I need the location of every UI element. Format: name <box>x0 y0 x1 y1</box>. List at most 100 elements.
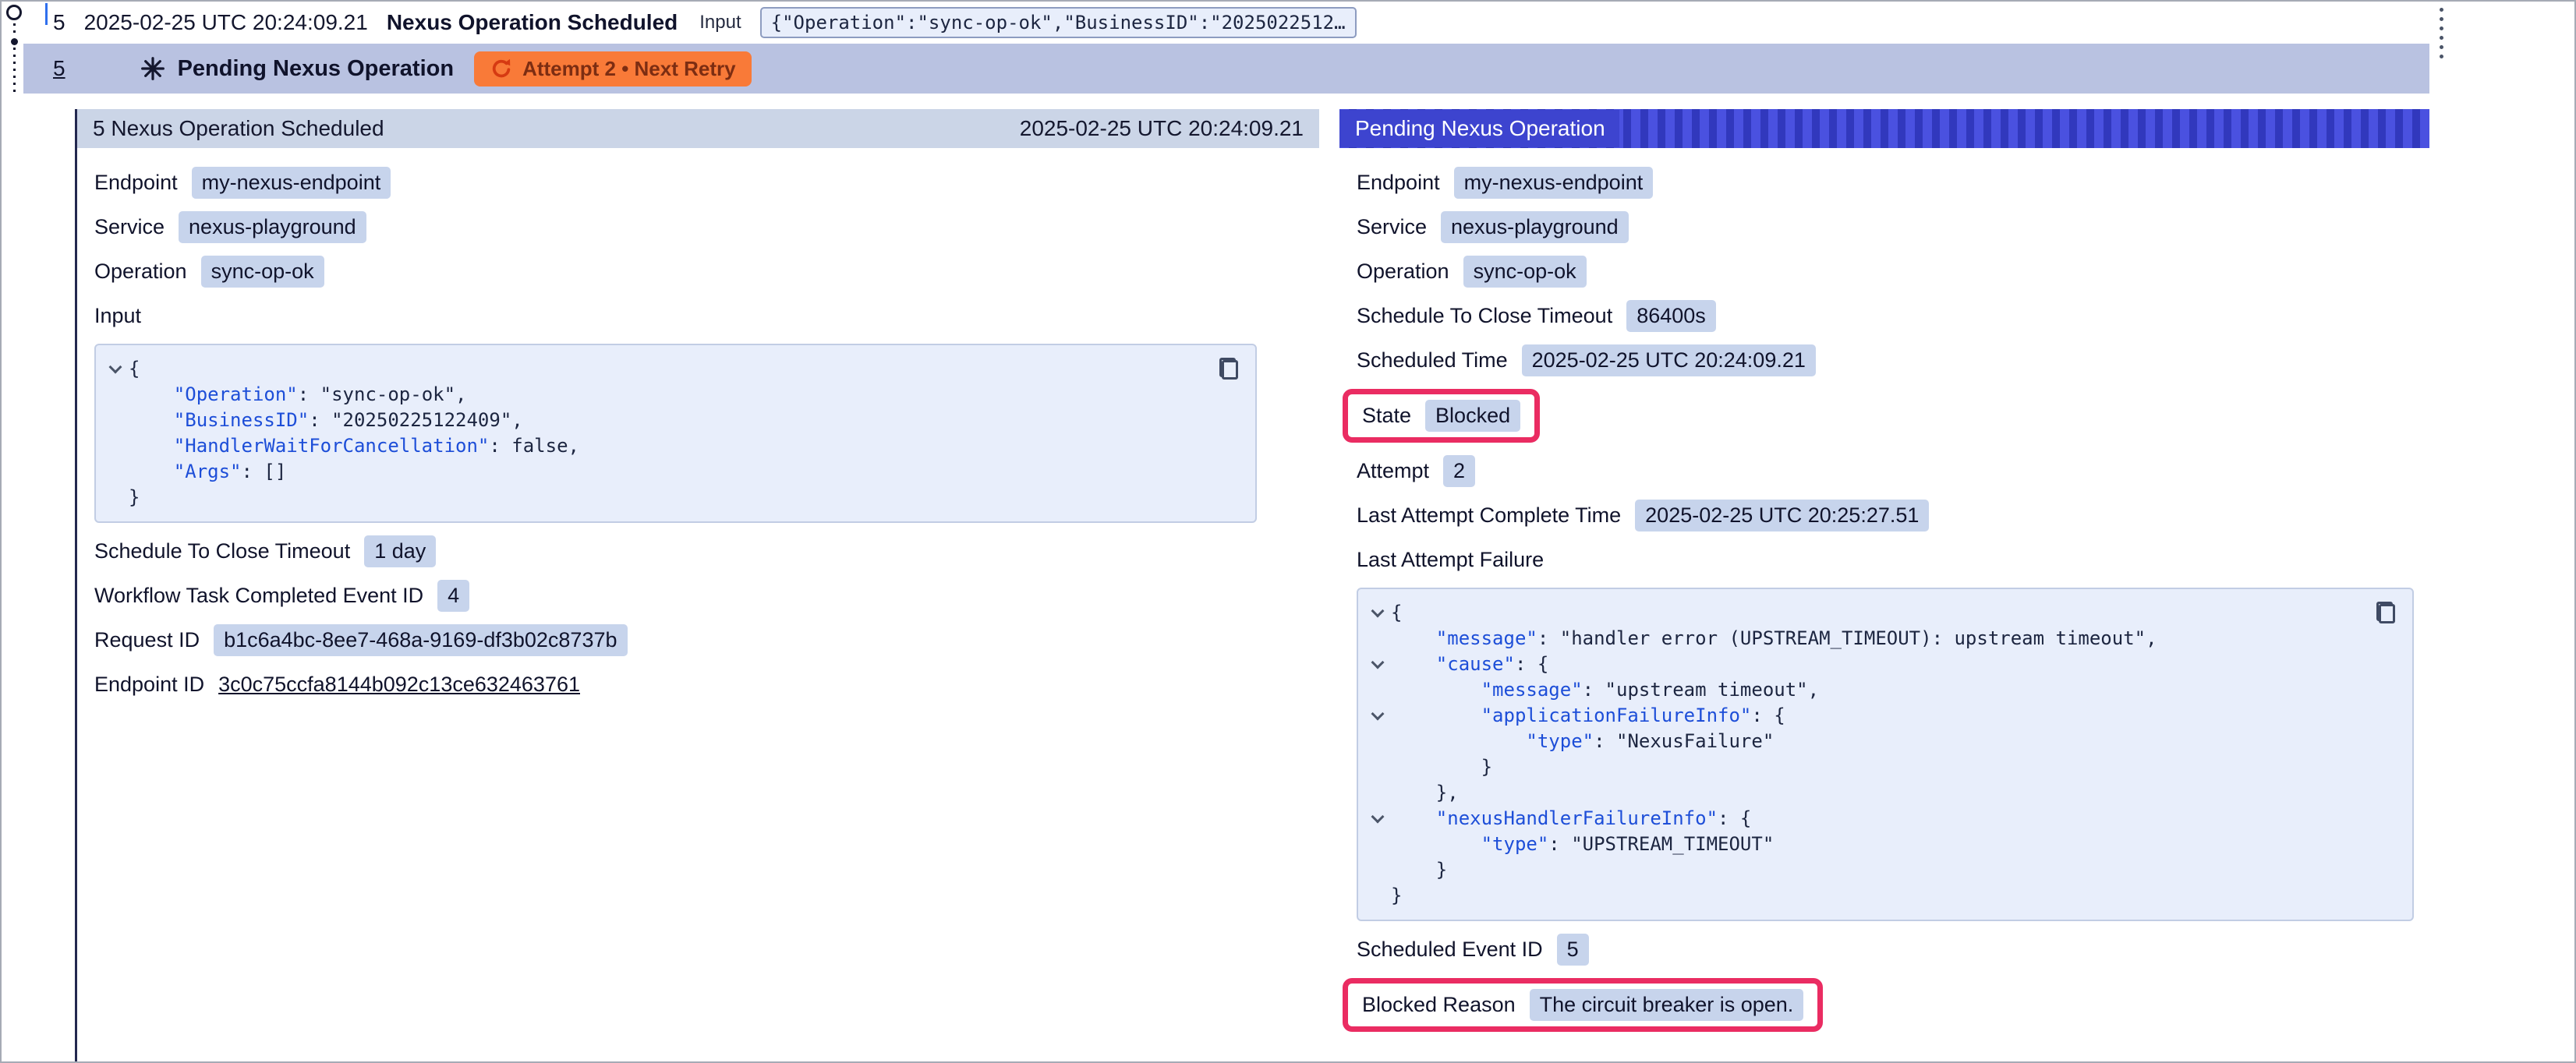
field-value-badge: b1c6a4bc-8ee7-468a-9169-df3b02c8737b <box>214 624 627 656</box>
pending-operation-row[interactable]: 5 Pending Nexus Operation Attempt 2 • Ne… <box>23 44 2429 94</box>
field-service: Service nexus-playground <box>1357 211 2414 243</box>
input-label: Input <box>699 12 741 34</box>
field-label: Endpoint <box>1357 171 1440 195</box>
field-request-id: Request ID b1c6a4bc-8ee7-468a-9169-df3b02… <box>94 624 1304 656</box>
copy-icon[interactable] <box>2376 602 2395 623</box>
field-label: Workflow Task Completed Event ID <box>94 584 423 608</box>
field-operation: Operation sync-op-ok <box>1357 256 2414 288</box>
event-detail-panel: 5 Nexus Operation Scheduled 2025-02-25 U… <box>75 109 1319 1063</box>
collapse-chevron-icon[interactable] <box>1364 703 1391 729</box>
code-line: "HandlerWaitForCancellation": false, <box>102 433 1201 459</box>
code-line: "applicationFailureInfo": { <box>1364 703 2358 729</box>
code-line: }, <box>1364 780 2358 806</box>
field-value-link[interactable]: 3c0c75ccfa8144b092c13ce632463761 <box>218 673 580 697</box>
pending-operation-body: Endpointmy-nexus-endpoint Service nexus-pl… <box>1339 148 2429 1063</box>
field-value-badge: nexus-playground <box>179 211 366 243</box>
event-history-view: 5 2025-02-25 UTC 20:24:09.21 Nexus Opera… <box>0 0 2576 1063</box>
event-detail-header-title: 5 Nexus Operation Scheduled <box>93 116 384 141</box>
field-last-attempt-complete-time: Last Attempt Complete Time 2025-02-25 UTC… <box>1357 500 2414 532</box>
field-endpoint: Endpointmy-nexus-endpoint <box>1357 167 2414 199</box>
timeline-open-circle-icon <box>6 5 22 20</box>
attempt-retry-badge[interactable]: Attempt 2 • Next Retry <box>474 51 752 87</box>
field-schedule-to-close-timeout: Schedule To Close Timeout1 day <box>94 535 1304 567</box>
field-value-badge: The circuit breaker is open. <box>1530 989 1804 1021</box>
field-schedule-to-close-timeout: Schedule To Close Timeout 86400s <box>1357 300 2414 332</box>
code-line: } <box>1364 883 2358 909</box>
field-value-badge: 2025-02-25 UTC 20:25:27.51 <box>1635 500 1929 532</box>
field-label: Blocked Reason <box>1362 993 1516 1017</box>
pending-operation-panel: Pending Nexus Operation Endpointmy-nexus… <box>1339 109 2429 1063</box>
pending-star-icon <box>140 56 165 81</box>
event-id-link[interactable]: 5 <box>53 10 65 35</box>
json-code-block: { "Operation": "sync-op-ok", "BusinessID… <box>94 344 1257 523</box>
attempt-retry-label: Attempt 2 • Next Retry <box>522 57 736 81</box>
annotation-highlight: State Blocked <box>1343 389 1540 443</box>
field-label: State <box>1362 404 1411 428</box>
field-value-badge: 2025-02-25 UTC 20:24:09.21 <box>1522 344 1816 376</box>
field-label: Operation <box>94 260 187 284</box>
pending-operation-header: Pending Nexus Operation <box>1339 109 2429 148</box>
code-line: } <box>102 485 1201 510</box>
field-label: Scheduled Event ID <box>1357 938 1543 962</box>
code-line: "Args": [] <box>102 459 1201 485</box>
field-label: Schedule To Close Timeout <box>1357 304 1612 328</box>
field-scheduled-time: Scheduled Time2025-02-25 UTC 20:24:09.21 <box>1357 344 2414 376</box>
code-line: "message": "upstream timeout", <box>1364 677 2358 703</box>
field-label: Endpoint ID <box>94 673 204 697</box>
annotation-highlight: Blocked Reason The circuit breaker is ope… <box>1343 978 1823 1032</box>
collapse-chevron-icon[interactable] <box>1364 600 1391 626</box>
pending-operation-header-title: Pending Nexus Operation <box>1339 110 1619 147</box>
input-preview-chip[interactable]: {"Operation":"sync-op-ok","BusinessID":"… <box>760 7 1357 38</box>
retry-icon <box>490 57 513 80</box>
field-label: Request ID <box>94 628 200 652</box>
event-detail-body: Endpoint my-nexus-endpoint Service nexus-pl… <box>77 148 1319 1063</box>
timeline-dotted-line <box>13 48 16 96</box>
field-label: Service <box>94 215 165 239</box>
timeline-rail <box>5 5 23 96</box>
event-detail-header-time: 2025-02-25 UTC 20:24:09.21 <box>1020 116 1304 141</box>
collapse-chevron-icon[interactable] <box>1364 806 1391 832</box>
pending-operation-title: Pending Nexus Operation <box>178 56 455 82</box>
code-line: "nexusHandlerFailureInfo": { <box>1364 806 2358 832</box>
collapse-chevron-icon[interactable] <box>1364 652 1391 677</box>
field-label: Service <box>1357 215 1427 239</box>
code-line: "BusinessID": "20250225122409", <box>102 408 1201 433</box>
field-value-badge: 4 <box>437 580 469 612</box>
field-label: Input <box>94 304 141 328</box>
field-value-badge: sync-op-ok <box>1463 256 1587 288</box>
field-label: Last Attempt Complete Time <box>1357 503 1621 528</box>
pending-event-id-link[interactable]: 5 <box>53 56 65 81</box>
json-code-block: { "message": "handler error (UPSTREAM_TI… <box>1357 588 2414 921</box>
code-line: { <box>102 356 1201 382</box>
field-input: Input <box>94 300 1304 331</box>
field-endpoint-id: Endpoint ID 3c0c75ccfa8144b092c13ce632463… <box>94 669 1304 700</box>
field-attempt: Attempt 2 <box>1357 455 2414 487</box>
field-value-badge: Blocked <box>1425 400 1520 432</box>
event-timestamp: 2025-02-25 UTC 20:24:09.21 <box>84 10 368 35</box>
code-line: } <box>1364 857 2358 883</box>
compact-event-row[interactable]: 5 2025-02-25 UTC 20:24:09.21 Nexus Opera… <box>23 2 2574 44</box>
field-last-attempt-failure: Last Attempt Failure <box>1357 544 2414 575</box>
field-endpoint: Endpoint my-nexus-endpoint <box>94 167 1304 199</box>
code-line: "Operation": "sync-op-ok", <box>102 382 1201 408</box>
collapse-chevron-icon[interactable] <box>102 356 129 382</box>
field-blocked-reason: Blocked Reason The circuit breaker is ope… <box>1357 978 2414 1032</box>
field-value-badge: nexus-playground <box>1441 211 1629 243</box>
field-scheduled-event-id: Scheduled Event ID5 <box>1357 934 2414 966</box>
field-value-badge: 86400s <box>1626 300 1716 332</box>
field-value-badge: 2 <box>1443 455 1475 487</box>
field-value-badge: sync-op-ok <box>201 256 324 288</box>
code-line: "message": "handler error (UPSTREAM_TIME… <box>1364 626 2358 652</box>
code-line: "cause": { <box>1364 652 2358 677</box>
field-label: Operation <box>1357 260 1449 284</box>
event-detail-panels: 5 Nexus Operation Scheduled 2025-02-25 U… <box>75 109 2429 1063</box>
field-label: Attempt <box>1357 459 1429 483</box>
field-workflow-task-completed-event-id: Workflow Task Completed Event ID 4 <box>94 580 1304 612</box>
field-label: Endpoint <box>94 171 178 195</box>
timeline-dotted-line <box>13 23 16 36</box>
code-line: } <box>1364 754 2358 780</box>
copy-icon[interactable] <box>1219 358 1238 380</box>
field-value-badge: my-nexus-endpoint <box>192 167 391 199</box>
focus-caret <box>45 3 48 25</box>
field-state: State Blocked <box>1357 389 2414 443</box>
